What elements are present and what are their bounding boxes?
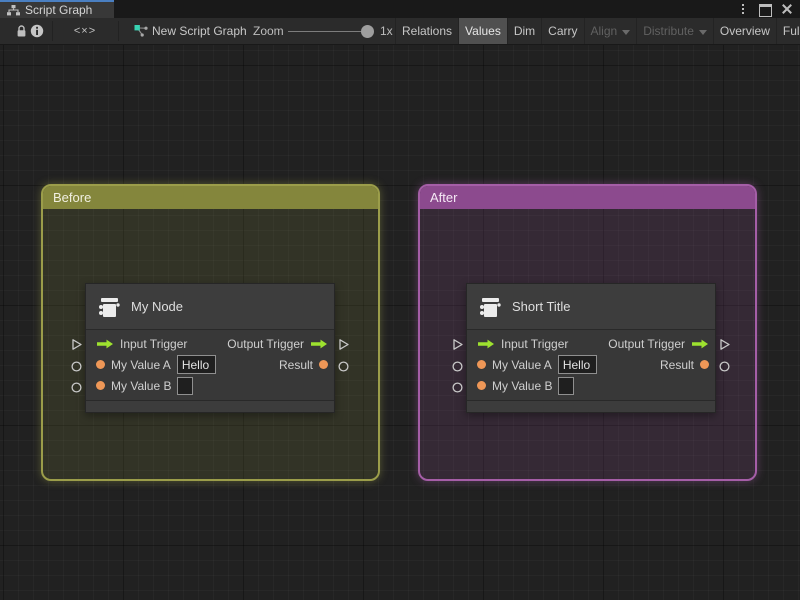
- input-trigger-port[interactable]: [70, 338, 83, 351]
- align-dropdown: Align: [583, 18, 637, 44]
- info-icon: [30, 24, 44, 38]
- trigger-arrow-icon: [311, 339, 327, 348]
- value-port-icon: [319, 360, 328, 369]
- graph-asset-title: New Script Graph: [152, 24, 247, 38]
- zoom-label: Zoom: [253, 24, 284, 38]
- tab-label: Script Graph: [25, 3, 93, 17]
- chevron-down-icon: [698, 29, 707, 35]
- graph-inspector-toggle[interactable]: <×>: [68, 18, 102, 44]
- group-after-header[interactable]: After: [420, 186, 755, 209]
- toolbar-toggle-buttons: Relations Values Dim Carry Align Distrib…: [395, 18, 800, 44]
- value-port-icon: [477, 360, 486, 369]
- chevron-down-icon: [622, 29, 631, 35]
- toolbar-separator: [118, 21, 119, 41]
- tab-script-graph[interactable]: Script Graph: [0, 0, 114, 18]
- value-a-port[interactable]: [70, 360, 83, 373]
- distribute-dropdown: Distribute: [636, 18, 713, 44]
- value-a-port[interactable]: [451, 360, 464, 373]
- node-header[interactable]: Short Title: [467, 284, 715, 330]
- trigger-arrow-icon: [692, 339, 708, 348]
- value-port-icon: [477, 381, 486, 390]
- output-trigger-port[interactable]: [718, 338, 731, 351]
- trigger-arrow-icon: [478, 339, 494, 348]
- group-title: Before: [53, 190, 92, 205]
- node-body: Input Trigger Output Trigger My Value A: [86, 330, 334, 400]
- value-b-input[interactable]: [177, 376, 194, 395]
- lock-icon: [17, 25, 25, 37]
- info-button[interactable]: [28, 18, 46, 44]
- close-icon[interactable]: [780, 2, 794, 16]
- carry-button[interactable]: Carry: [541, 18, 583, 44]
- value-port-icon: [96, 381, 105, 390]
- group-title: After: [430, 190, 458, 205]
- relations-button[interactable]: Relations: [395, 18, 458, 44]
- value-b-port[interactable]: [70, 381, 83, 394]
- zoom-slider-thumb[interactable]: [361, 25, 374, 38]
- graph-hierarchy-icon: [7, 4, 20, 15]
- node-short-title[interactable]: Short Title Input Trigger Output Trigger: [452, 283, 730, 413]
- kebab-menu-icon[interactable]: [736, 2, 750, 16]
- value-a-input[interactable]: [557, 355, 597, 374]
- dim-button[interactable]: Dim: [506, 18, 541, 44]
- value-b-input[interactable]: [558, 376, 575, 395]
- node-body: Input Trigger Output Trigger My Value A: [467, 330, 715, 400]
- value-b-port[interactable]: [451, 381, 464, 394]
- group-before-header[interactable]: Before: [43, 186, 378, 209]
- values-button[interactable]: Values: [458, 18, 507, 44]
- unit-icon: [99, 297, 120, 317]
- trigger-arrow-icon: [97, 339, 113, 348]
- node-title: My Node: [131, 299, 184, 314]
- window-controls: [736, 0, 800, 18]
- zoom-slider-track[interactable]: [288, 31, 370, 32]
- script-graph-window: Script Graph <×> New Script Graph Zoom 1…: [0, 0, 800, 600]
- output-trigger-port[interactable]: [337, 338, 350, 351]
- graph-canvas[interactable]: Before After My Node Input Trigger Outpu…: [0, 45, 800, 600]
- node-title: Short Title: [512, 299, 571, 314]
- node-header[interactable]: My Node: [86, 284, 334, 330]
- result-port[interactable]: [337, 360, 350, 373]
- node-my-node[interactable]: My Node Input Trigger Output Trigger My …: [71, 283, 349, 413]
- script-graph-asset-icon: [133, 18, 149, 44]
- value-port-icon: [96, 360, 105, 369]
- toolbar-separator: [52, 21, 53, 41]
- value-port-icon: [700, 360, 709, 369]
- code-angle-icon: <×>: [73, 25, 97, 37]
- unit-icon: [480, 297, 501, 317]
- graph-toolbar: <×> New Script Graph Zoom 1x Relations V…: [0, 18, 800, 45]
- fullscreen-button[interactable]: Full Scr: [775, 18, 800, 44]
- node-footer: [86, 400, 334, 412]
- maximize-icon[interactable]: [758, 2, 772, 17]
- result-port[interactable]: [718, 360, 731, 373]
- overview-button[interactable]: Overview: [712, 18, 776, 44]
- zoom-level: 1x: [380, 24, 393, 38]
- input-trigger-port[interactable]: [451, 338, 464, 351]
- value-a-input[interactable]: [176, 355, 216, 374]
- node-footer: [467, 400, 715, 412]
- tab-bar: Script Graph: [0, 0, 800, 18]
